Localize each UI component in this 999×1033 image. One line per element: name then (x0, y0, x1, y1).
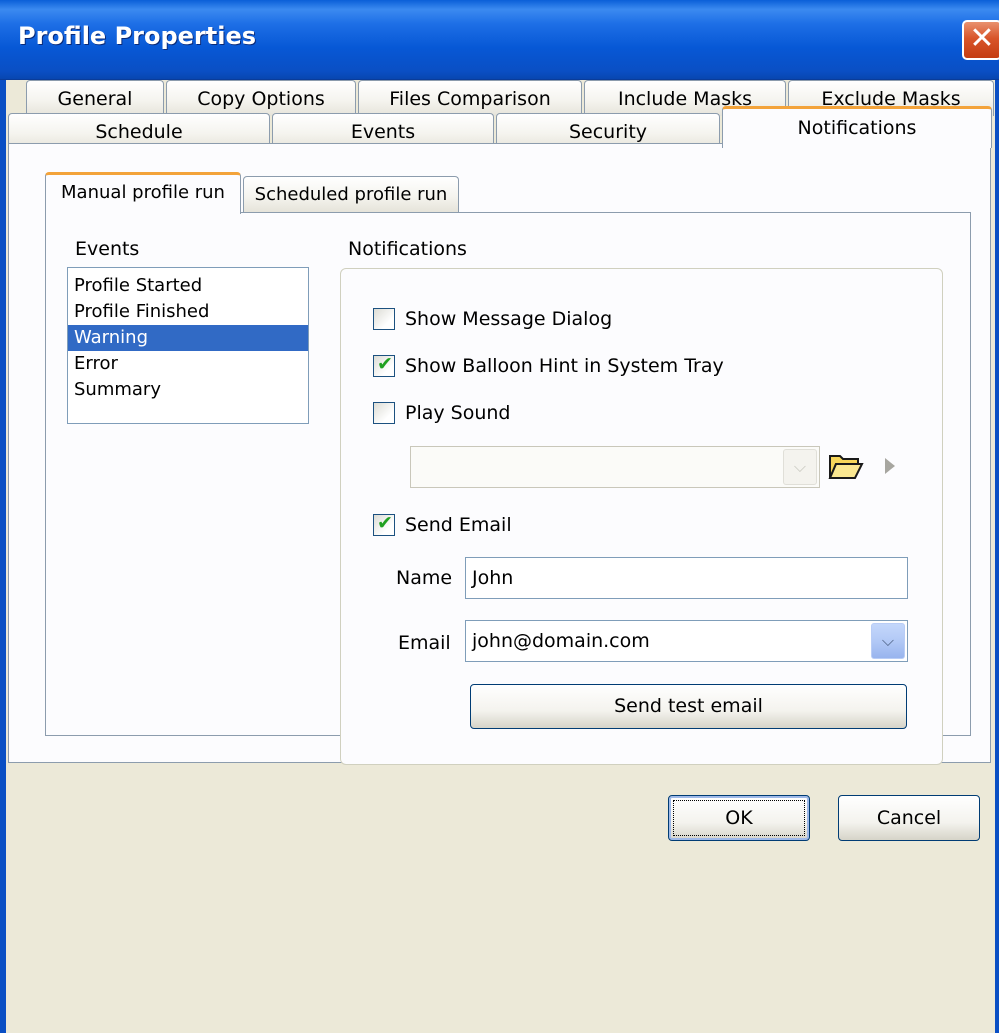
list-item-selected[interactable]: Warning (68, 325, 308, 351)
send-test-email-button[interactable]: Send test email (470, 684, 907, 729)
tab-files-comparison[interactable]: Files Comparison (358, 80, 582, 116)
list-item[interactable]: Summary (68, 377, 308, 403)
window-frame-left (0, 80, 6, 1033)
tab-scheduled-profile-run[interactable]: Scheduled profile run (243, 176, 459, 212)
profile-properties-dialog: Profile Properties ✕ General Copy Option… (0, 0, 999, 1033)
list-item[interactable]: Profile Finished (68, 299, 308, 325)
close-button[interactable]: ✕ (962, 20, 999, 60)
tab-general[interactable]: General (26, 80, 164, 116)
focus-rectangle (673, 800, 805, 836)
ok-button[interactable]: OK (668, 795, 810, 841)
title-bar[interactable]: Profile Properties ✕ (0, 0, 999, 80)
window-title: Profile Properties (18, 22, 257, 50)
events-listbox[interactable]: Profile Started Profile Finished Warning… (67, 267, 309, 424)
close-icon: ✕ (969, 21, 995, 56)
tab-manual-profile-run[interactable]: Manual profile run (45, 172, 241, 214)
list-item[interactable]: Error (68, 351, 308, 377)
tab-notifications[interactable]: Notifications (722, 106, 992, 148)
tab-copy-options[interactable]: Copy Options (166, 80, 356, 116)
list-item[interactable]: Profile Started (68, 273, 308, 299)
window-frame-right (995, 80, 999, 1033)
cancel-button[interactable]: Cancel (838, 795, 980, 841)
